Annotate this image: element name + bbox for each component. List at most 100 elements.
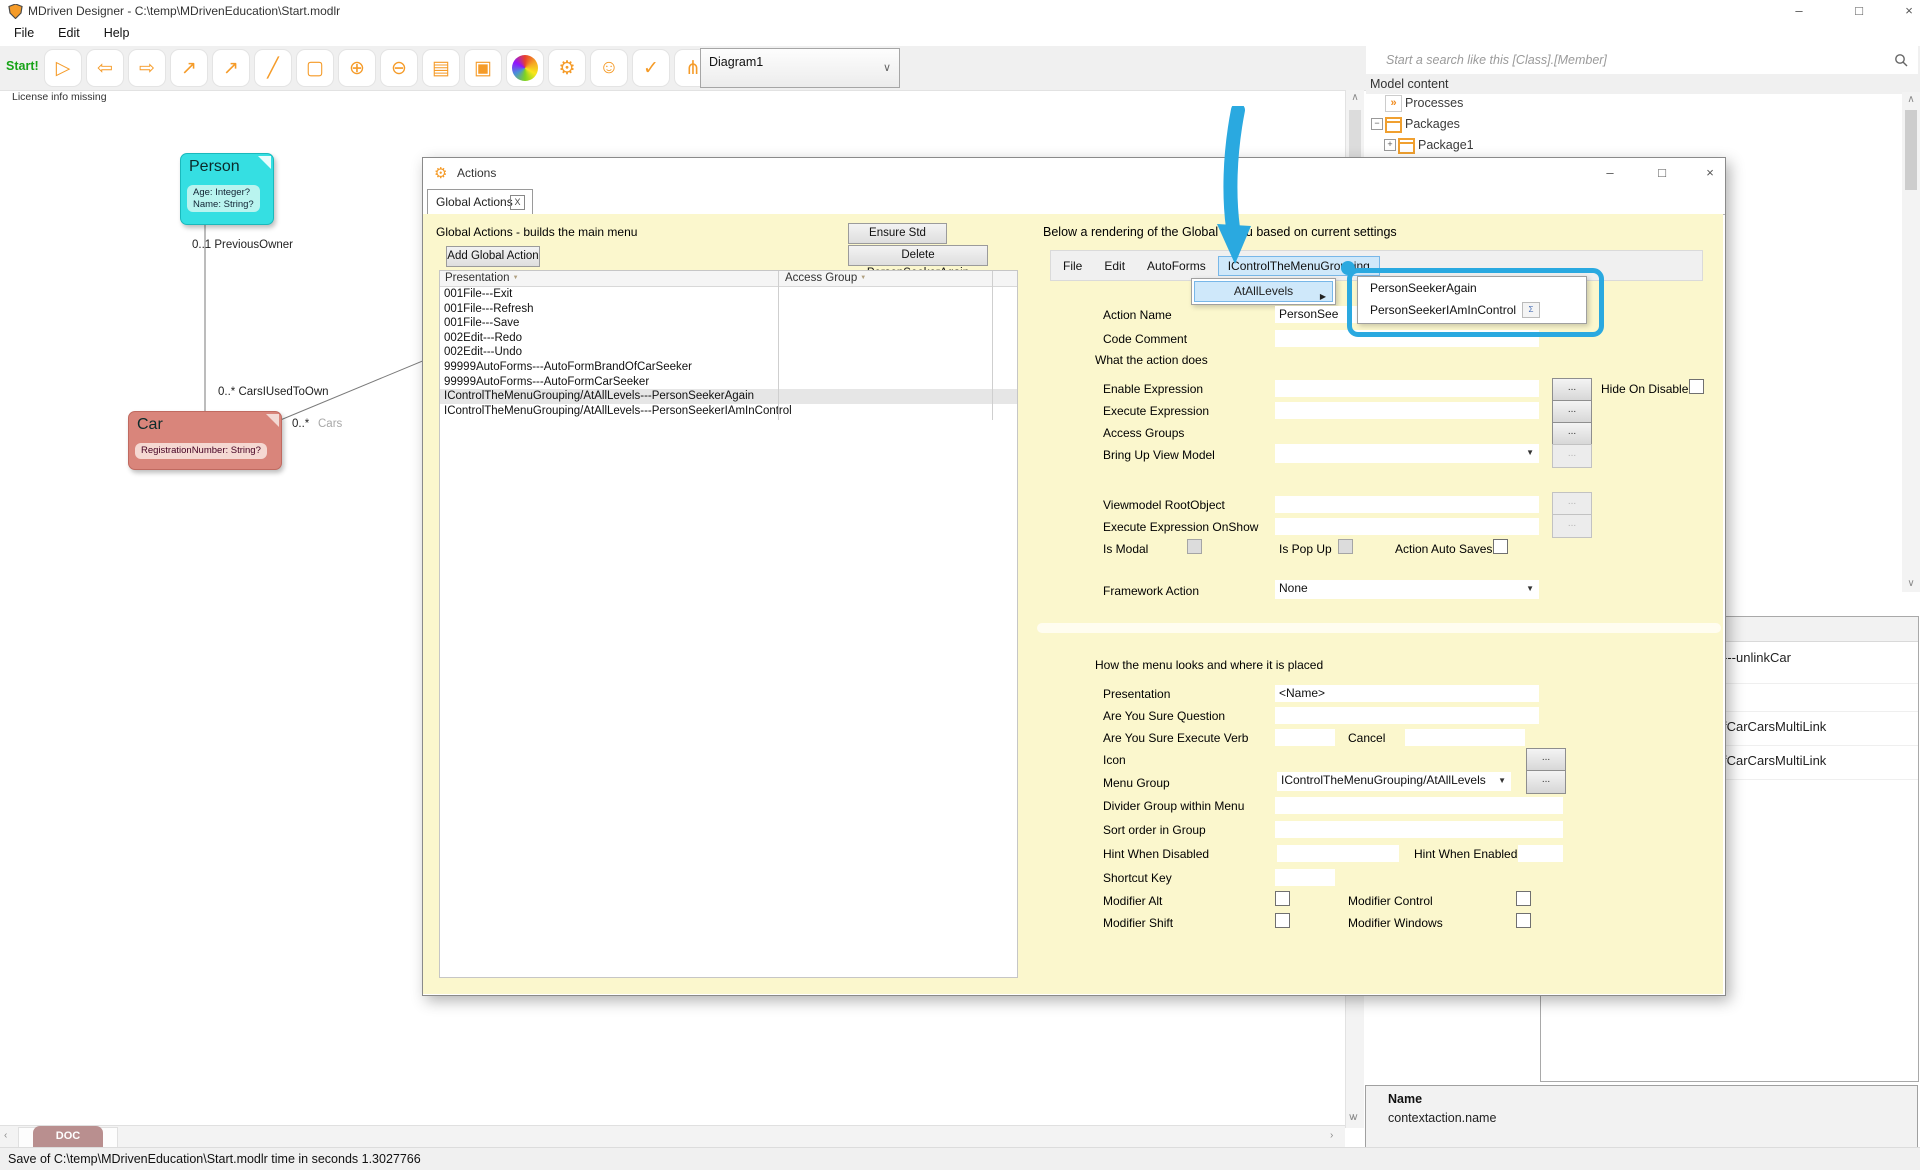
ensure-std-actions-button[interactable]: Ensure Std Actions	[848, 223, 947, 244]
tab-close-icon[interactable]: X	[510, 195, 525, 210]
association-arrow-icon[interactable]: ↗	[212, 49, 250, 87]
validate-check-icon[interactable]: ✓	[632, 49, 670, 87]
menu-item[interactable]: Edit	[46, 22, 92, 44]
presentation-input[interactable]: <Name>	[1275, 685, 1539, 702]
expand-icon[interactable]: +	[1384, 139, 1396, 151]
execute-expression-onshow-input[interactable]	[1275, 518, 1539, 535]
sort-order-input[interactable]	[1275, 821, 1563, 838]
bring-up-view-model-ellipsis-button[interactable]: ...	[1552, 444, 1592, 468]
collapse-icon[interactable]: −	[1371, 118, 1383, 130]
model-search-input[interactable]: Start a search like this [Class].[Member…	[1366, 46, 1918, 75]
canvas-horizontal-scrollbar[interactable]: ‹ ›	[0, 1125, 1345, 1148]
is-modal-checkbox[interactable]	[1187, 539, 1202, 554]
execute-expression-ellipsis-button[interactable]: ...	[1552, 400, 1592, 424]
column-presentation[interactable]: Presentation▼	[445, 272, 519, 284]
dashed-line-icon[interactable]: ╱	[254, 49, 292, 87]
scroll-left-icon[interactable]: ‹	[4, 1130, 7, 1141]
viewmodel-rootobject-ellipsis-button[interactable]: ...	[1552, 492, 1592, 516]
divider-group-input[interactable]	[1275, 797, 1563, 814]
menu-item[interactable]: Help	[92, 22, 142, 44]
back-arrow-icon[interactable]: ⇦	[86, 49, 124, 87]
execute-expression-input[interactable]	[1275, 402, 1539, 419]
class-person[interactable]: Person Age: Integer? Name: String?	[180, 153, 274, 225]
menu-item[interactable]: File	[2, 22, 46, 44]
restore-button[interactable]: □	[1845, 0, 1873, 22]
table-row[interactable]: 001File---Save	[440, 316, 1017, 331]
viewmodel-rootobject-input[interactable]	[1275, 496, 1539, 513]
menu-group-dropdown[interactable]: IControlTheMenuGrouping/AtAllLevels ▼	[1277, 772, 1511, 791]
table-row[interactable]: 002Edit---Redo	[440, 331, 1017, 346]
dialog-maximize-button[interactable]: □	[1648, 162, 1676, 184]
class-car[interactable]: Car RegistrationNumber: String?	[128, 411, 282, 470]
tree-item-package1[interactable]: + Package1	[1366, 136, 1902, 155]
is-pop-up-checkbox[interactable]	[1338, 539, 1353, 554]
enable-expression-ellipsis-button[interactable]: ...	[1552, 378, 1592, 402]
scroll-down-icon[interactable]: ∨	[1348, 1112, 1355, 1123]
zoom-out-icon[interactable]: ⊖	[380, 49, 418, 87]
tree-item-processes[interactable]: » Processes	[1366, 94, 1902, 113]
tree-item-packages[interactable]: − Packages	[1366, 115, 1902, 134]
autoform-window-icon[interactable]: ▤	[422, 49, 460, 87]
modifier-control-checkbox[interactable]	[1516, 891, 1531, 906]
table-row[interactable]: 001File---Refresh	[440, 302, 1017, 317]
scroll-down-icon[interactable]: ∨	[1902, 578, 1920, 589]
menu-group-ellipsis-button[interactable]: ...	[1526, 770, 1566, 794]
access-groups-ellipsis-button[interactable]: ...	[1552, 422, 1592, 446]
submenu-item-atalllevels[interactable]: AtAllLevels ▶	[1194, 281, 1333, 302]
action-auto-saves-checkbox[interactable]	[1493, 539, 1508, 554]
rendered-menu-item[interactable]: File	[1053, 256, 1092, 276]
scroll-up-icon[interactable]: ∧	[1346, 92, 1364, 103]
are-you-sure-question-input[interactable]	[1275, 707, 1539, 724]
run-play-icon[interactable]: ▷	[44, 49, 82, 87]
table-row[interactable]: 99999AutoForms---AutoFormBrandOfCarSeeke…	[440, 360, 1017, 375]
tab-global-actions[interactable]: Global Actions X	[427, 189, 533, 215]
modifier-windows-checkbox[interactable]	[1516, 913, 1531, 928]
color-wheel-icon[interactable]	[506, 49, 544, 87]
hint-when-disabled-input[interactable]	[1277, 845, 1399, 862]
execute-expression-label: Execute Expression	[1103, 404, 1209, 418]
table-row[interactable]: 001File---Exit	[440, 287, 1017, 302]
scroll-up-icon[interactable]: ∧	[1902, 94, 1920, 105]
table-row[interactable]: 99999AutoForms---AutoFormCarSeeker	[440, 375, 1017, 390]
cancel-verb-input[interactable]	[1405, 729, 1525, 746]
table-row[interactable]: IControlTheMenuGrouping/AtAllLevels---Pe…	[440, 389, 1017, 404]
settings-gears-icon[interactable]: ⚙	[548, 49, 586, 87]
hide-on-disable-checkbox[interactable]	[1689, 379, 1704, 394]
doc-tab[interactable]: DOC	[33, 1126, 103, 1147]
viewmodel-pointer-icon[interactable]: ▢	[296, 49, 334, 87]
shortcut-key-input[interactable]	[1275, 869, 1335, 886]
table-row[interactable]: 002Edit---Undo	[440, 345, 1017, 360]
access-user-icon[interactable]: ☺	[590, 49, 628, 87]
close-button[interactable]: ×	[1895, 0, 1920, 22]
framework-action-dropdown[interactable]: None ▼	[1275, 580, 1539, 599]
scrollbar-thumb[interactable]	[1905, 110, 1917, 190]
column-access-group[interactable]: Access Group▼	[785, 272, 866, 284]
list-header: Presentation▼ Access Group▼	[440, 271, 1017, 287]
are-you-sure-execute-verb-input[interactable]	[1275, 729, 1335, 746]
minimize-button[interactable]: –	[1785, 0, 1813, 22]
dialog-close-button[interactable]: ×	[1696, 162, 1724, 184]
add-global-action-button[interactable]: Add Global Action	[446, 246, 540, 267]
table-row[interactable]: IControlTheMenuGrouping/AtAllLevels---Pe…	[440, 404, 1017, 419]
start-button[interactable]: Start!	[6, 59, 39, 73]
rendered-menu-item[interactable]: Edit	[1094, 256, 1135, 276]
run-window-icon[interactable]: ▣	[464, 49, 502, 87]
scroll-right-icon[interactable]: ›	[1330, 1130, 1333, 1141]
delete-personseekeragain-button[interactable]: Delete PersonSeekerAgain	[848, 245, 988, 266]
hint-when-enabled-input[interactable]	[1518, 845, 1563, 862]
execute-expression-onshow-ellipsis-button[interactable]: ...	[1552, 514, 1592, 538]
dialog-minimize-button[interactable]: –	[1596, 162, 1624, 184]
dialog-title-bar[interactable]: ⚙ Actions – □ ×	[423, 158, 1725, 188]
icon-ellipsis-button[interactable]: ...	[1526, 748, 1566, 772]
modifier-shift-checkbox[interactable]	[1275, 913, 1290, 928]
link-arrow-icon[interactable]: ↗	[170, 49, 208, 87]
modifier-alt-checkbox[interactable]	[1275, 891, 1290, 906]
enable-expression-input[interactable]	[1275, 380, 1539, 397]
tree-scrollbar[interactable]: ∧ ∨	[1902, 92, 1920, 592]
rendered-menu-item[interactable]: AutoForms	[1137, 256, 1216, 276]
diagram-selector-dropdown[interactable]: Diagram1 ∨	[700, 48, 900, 88]
zoom-in-icon[interactable]: ⊕	[338, 49, 376, 87]
bring-up-view-model-dropdown[interactable]: ▼	[1275, 444, 1539, 463]
processes-icon: »	[1385, 95, 1402, 112]
forward-arrow-icon[interactable]: ⇨	[128, 49, 166, 87]
